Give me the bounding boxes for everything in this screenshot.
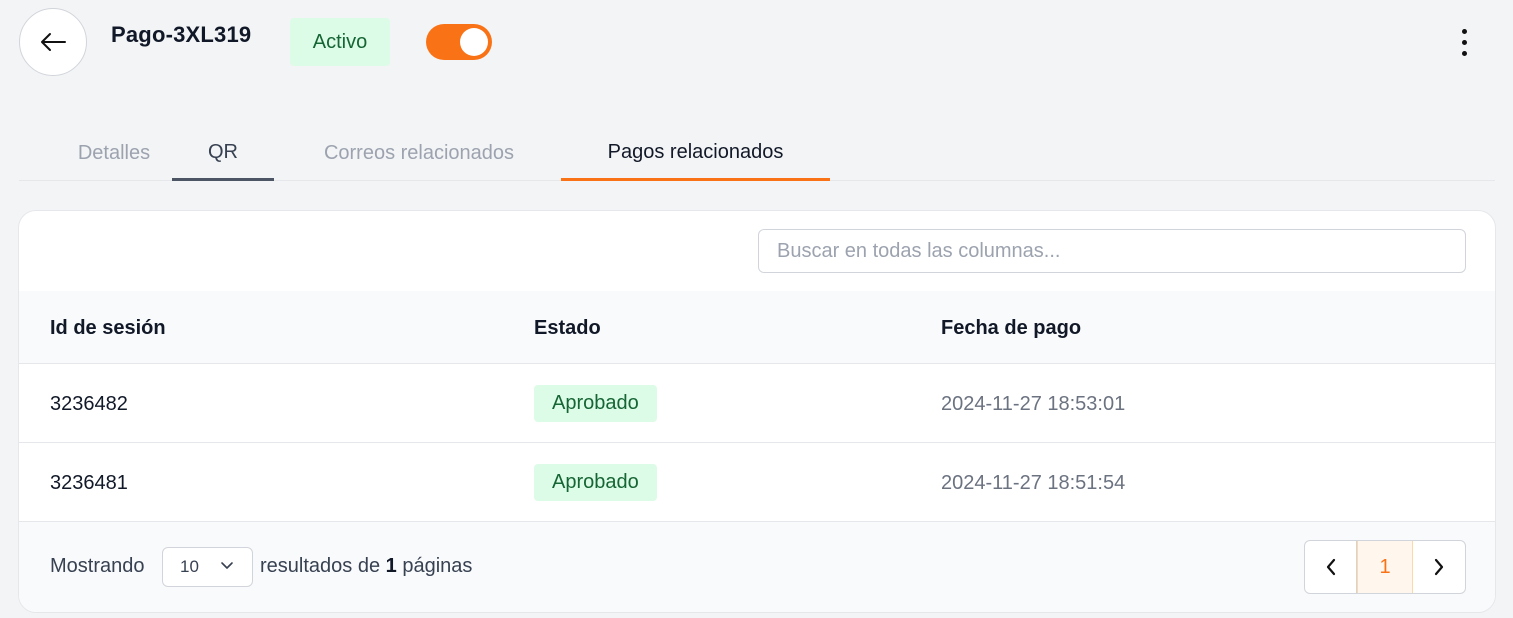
previous-page-button[interactable] bbox=[1305, 541, 1357, 593]
tab-correos-relacionados[interactable]: Correos relacionados bbox=[299, 126, 539, 181]
column-header-fecha[interactable]: Fecha de pago bbox=[941, 317, 1081, 340]
back-button[interactable] bbox=[19, 8, 87, 76]
tab-detalles[interactable]: Detalles bbox=[37, 126, 191, 181]
table-row[interactable]: 3236481 Aprobado 2024-11-27 18:51:54 bbox=[19, 443, 1495, 522]
page-header: Pago-3XL319 Activo bbox=[0, 0, 1513, 90]
more-options-icon[interactable] bbox=[1450, 24, 1478, 60]
table-footer: Mostrando 10 resultados de 1 páginas 1 bbox=[19, 522, 1495, 612]
active-toggle[interactable] bbox=[426, 24, 492, 60]
next-page-button[interactable] bbox=[1413, 541, 1465, 593]
payment-date: 2024-11-27 18:51:54 bbox=[941, 472, 1126, 494]
page-count: 1 bbox=[385, 555, 397, 577]
table-row[interactable]: 3236482 Aprobado 2024-11-27 18:53:01 bbox=[19, 364, 1495, 443]
results-summary: resultados de 1 páginas bbox=[260, 555, 472, 578]
table-header: Id de sesión Estado Fecha de pago bbox=[19, 291, 1495, 364]
tab-pagos-relacionados[interactable]: Pagos relacionados bbox=[561, 126, 830, 181]
chevron-right-icon bbox=[1434, 558, 1444, 576]
chevron-left-icon bbox=[1326, 558, 1335, 576]
session-id: 3236482 bbox=[50, 393, 128, 415]
session-id: 3236481 bbox=[50, 472, 128, 494]
chevron-down-icon bbox=[221, 562, 233, 569]
pages-label: páginas bbox=[402, 555, 473, 577]
page-size-value: 10 bbox=[180, 557, 199, 576]
showing-label: Mostrando bbox=[50, 555, 145, 577]
pagination: 1 bbox=[1304, 540, 1466, 594]
arrow-left-icon bbox=[41, 33, 66, 51]
status-badge: Aprobado bbox=[534, 385, 657, 422]
column-header-id[interactable]: Id de sesión bbox=[50, 317, 166, 340]
tab-bar: Detalles QR Correos relacionados Pagos r… bbox=[19, 126, 1495, 181]
payments-card: Id de sesión Estado Fecha de pago 323648… bbox=[18, 210, 1496, 613]
status-badge: Activo bbox=[290, 18, 390, 66]
page-size-select[interactable]: 10 bbox=[162, 547, 253, 587]
results-label: resultados de bbox=[260, 555, 381, 577]
status-badge: Aprobado bbox=[534, 464, 657, 501]
page-title: Pago-3XL319 bbox=[111, 22, 252, 47]
page-button-current[interactable]: 1 bbox=[1357, 541, 1413, 593]
payment-date: 2024-11-27 18:53:01 bbox=[941, 393, 1126, 415]
search-input[interactable] bbox=[758, 229, 1466, 273]
column-header-estado[interactable]: Estado bbox=[534, 317, 601, 340]
toggle-knob bbox=[460, 28, 488, 56]
tab-qr[interactable]: QR bbox=[172, 126, 274, 181]
